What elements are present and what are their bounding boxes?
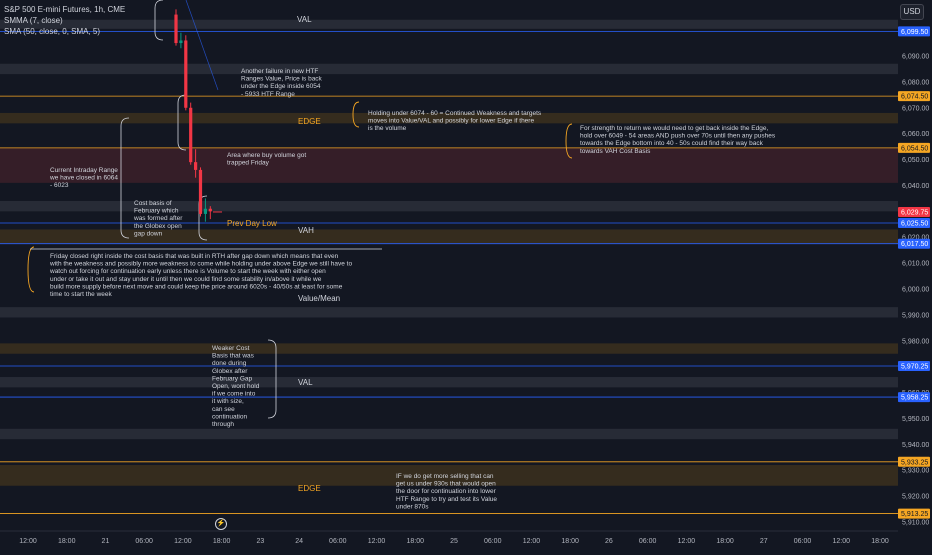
label-edge-bottom: EDGE bbox=[298, 484, 321, 493]
time-tick-label: 18:00 bbox=[716, 538, 734, 545]
currency-button[interactable]: USD bbox=[900, 4, 924, 20]
candle-body bbox=[174, 14, 178, 44]
candle-body bbox=[208, 208, 212, 212]
price-badge-label: 6,017.50 bbox=[901, 241, 928, 248]
note-htf-ranges: Another failure in new HTF Ranges Value, … bbox=[241, 68, 323, 98]
chart-svg[interactable]: VAL Another failure in new HTF Ranges Valu… bbox=[0, 0, 932, 550]
candle-body bbox=[189, 107, 193, 163]
price-tick-label: 5,920.00 bbox=[902, 494, 929, 501]
price-badge-label: 6,054.50 bbox=[901, 145, 928, 152]
price-tick-label: 6,090.00 bbox=[902, 54, 929, 61]
time-tick-label: 06:00 bbox=[329, 538, 347, 545]
price-tick-label: 6,060.00 bbox=[902, 131, 929, 138]
zone-band bbox=[0, 147, 898, 183]
time-tick-label: 12:00 bbox=[678, 538, 696, 545]
price-badge-label: 5,970.25 bbox=[901, 364, 928, 371]
candle-body bbox=[194, 162, 198, 170]
time-tick-label: 21 bbox=[102, 538, 110, 545]
price-badge-label: 6,074.50 bbox=[901, 94, 928, 101]
price-badge-label: 6,029.75 bbox=[901, 209, 928, 216]
zone-band bbox=[0, 377, 898, 388]
note-holding-under: Holding under 6074 - 60 = Continued Weak… bbox=[368, 110, 542, 132]
price-badge-label: 5,913.25 bbox=[901, 511, 928, 518]
time-tick-label: 12:00 bbox=[523, 538, 541, 545]
candle-body bbox=[203, 208, 207, 214]
time-tick-label: 12:00 bbox=[833, 538, 851, 545]
price-tick-label: 5,950.00 bbox=[902, 416, 929, 423]
time-tick-label: 25 bbox=[450, 538, 458, 545]
time-tick-label: 18:00 bbox=[58, 538, 76, 545]
note-intraday-range: Current Intraday Range we have closed in … bbox=[49, 167, 118, 189]
note-weaker-cost-basis: Weaker Cost Basis that was done during Glob… bbox=[212, 345, 260, 428]
time-tick-label: 23 bbox=[256, 538, 264, 545]
price-tick-label: 6,080.00 bbox=[902, 79, 929, 86]
zone-band bbox=[0, 307, 898, 318]
note-friday-closed: Friday closed right inside the cost basi… bbox=[49, 253, 352, 298]
time-tick-label: 24 bbox=[295, 538, 303, 545]
zone-band bbox=[0, 428, 898, 440]
time-tick-label: 06:00 bbox=[794, 538, 812, 545]
price-badge-label: 5,933.25 bbox=[901, 459, 928, 466]
label-val-top: VAL bbox=[297, 15, 312, 24]
label-prev-day-low: Prev Day Low bbox=[227, 219, 277, 228]
price-tick-label: 5,930.00 bbox=[902, 468, 929, 475]
time-tick-label: 18:00 bbox=[407, 538, 425, 545]
note-more-selling: IF we do get more selling that can get us… bbox=[396, 473, 497, 510]
price-tick-label: 5,990.00 bbox=[902, 312, 929, 319]
candle-body bbox=[184, 40, 188, 108]
price-tick-label: 6,050.00 bbox=[902, 157, 929, 164]
time-tick-label: 18:00 bbox=[561, 538, 579, 545]
price-tick-label: 6,010.00 bbox=[902, 261, 929, 268]
label-val-mid: VAL bbox=[298, 378, 313, 387]
label-vah: VAH bbox=[298, 226, 314, 235]
time-tick-label: 18:00 bbox=[871, 538, 889, 545]
label-edge-top: EDGE bbox=[298, 117, 321, 126]
time-tick-label: 18:00 bbox=[213, 538, 231, 545]
zone-band bbox=[0, 343, 898, 354]
label-value-mean: Value/Mean bbox=[298, 294, 340, 303]
time-tick-label: 12:00 bbox=[19, 538, 37, 545]
trend-line bbox=[185, 0, 219, 91]
price-tick-label: 5,980.00 bbox=[902, 338, 929, 345]
zone-band bbox=[0, 63, 898, 75]
time-tick-label: 12:00 bbox=[174, 538, 192, 545]
time-tick-label: 26 bbox=[605, 538, 613, 545]
time-tick-label: 06:00 bbox=[639, 538, 657, 545]
chart-legend: S&P 500 E-mini Futures, 1h, CME SMMA (7,… bbox=[4, 4, 125, 37]
price-tick-label: 6,070.00 bbox=[902, 105, 929, 112]
price-tick-label: 5,940.00 bbox=[902, 442, 929, 449]
price-tick-label: 6,040.00 bbox=[902, 183, 929, 190]
time-tick-label: 06:00 bbox=[484, 538, 502, 545]
price-badge-label: 6,025.50 bbox=[901, 220, 928, 227]
candle-body bbox=[179, 40, 183, 44]
legend-sma[interactable]: SMA (50, close, 0, SMA, 5) bbox=[4, 26, 125, 37]
legend-smma[interactable]: SMMA (7, close) bbox=[4, 15, 125, 26]
lightning-icon[interactable]: ⚡ bbox=[215, 518, 227, 530]
price-tick-label: 6,000.00 bbox=[902, 287, 929, 294]
price-badge-label: 6,099.50 bbox=[901, 29, 928, 36]
legend-symbol[interactable]: S&P 500 E-mini Futures, 1h, CME bbox=[4, 4, 125, 15]
candle-body bbox=[198, 169, 203, 214]
price-badge-label: 5,958.25 bbox=[901, 395, 928, 402]
price-tick-label: 5,910.00 bbox=[902, 520, 929, 527]
chart-area[interactable]: VAL Another failure in new HTF Ranges Valu… bbox=[0, 0, 932, 550]
time-tick-label: 27 bbox=[760, 538, 768, 545]
zone-band bbox=[0, 19, 898, 29]
time-tick-label: 12:00 bbox=[368, 538, 386, 545]
time-tick-label: 06:00 bbox=[135, 538, 153, 545]
bracket-friday-note bbox=[27, 246, 35, 293]
